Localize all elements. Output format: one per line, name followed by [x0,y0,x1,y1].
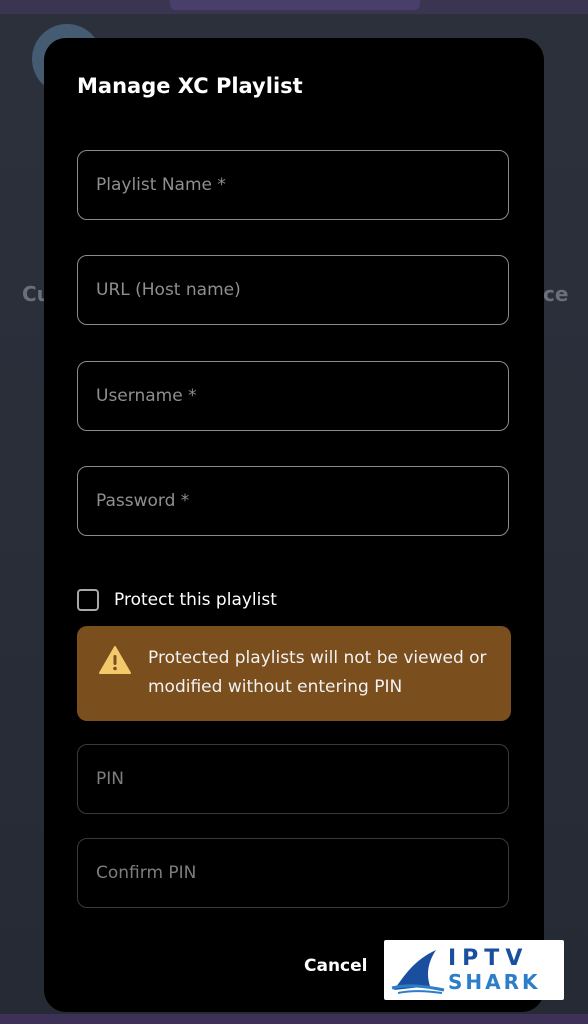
warning-triangle-icon [99,646,131,674]
password-field[interactable] [77,466,509,536]
iptv-shark-watermark: IPTV SHARK [384,940,564,1000]
confirm-pin-field[interactable] [77,838,509,908]
url-input[interactable] [78,256,508,324]
pin-input[interactable] [78,745,508,813]
username-input[interactable] [78,362,508,430]
cancel-button[interactable]: Cancel [304,956,367,976]
pin-field[interactable] [77,744,509,814]
protect-playlist-row[interactable]: Protect this playlist [77,586,277,614]
pin-warning-banner: Protected playlists will not be viewed o… [77,626,511,721]
playlist-name-input[interactable] [78,151,508,219]
password-input[interactable] [78,467,508,535]
watermark-line-2: SHARK [448,970,541,994]
warning-message: Protected playlists will not be viewed o… [148,648,487,697]
playlist-name-field[interactable] [77,150,509,220]
protect-playlist-label: Protect this playlist [114,590,277,610]
protect-playlist-checkbox[interactable] [77,589,99,611]
url-field[interactable] [77,255,509,325]
shark-fin-icon [390,946,446,998]
top-bar [0,0,588,14]
top-bar-accent [170,0,420,10]
watermark-line-1: IPTV [448,946,529,971]
username-field[interactable] [77,361,509,431]
dialog-title: Manage XC Playlist [77,74,303,98]
background-right-label: ce [543,282,569,306]
manage-playlist-dialog: Manage XC Playlist Protect this playlist… [44,38,544,1012]
confirm-pin-input[interactable] [78,839,508,907]
bottom-bar [0,1014,588,1024]
